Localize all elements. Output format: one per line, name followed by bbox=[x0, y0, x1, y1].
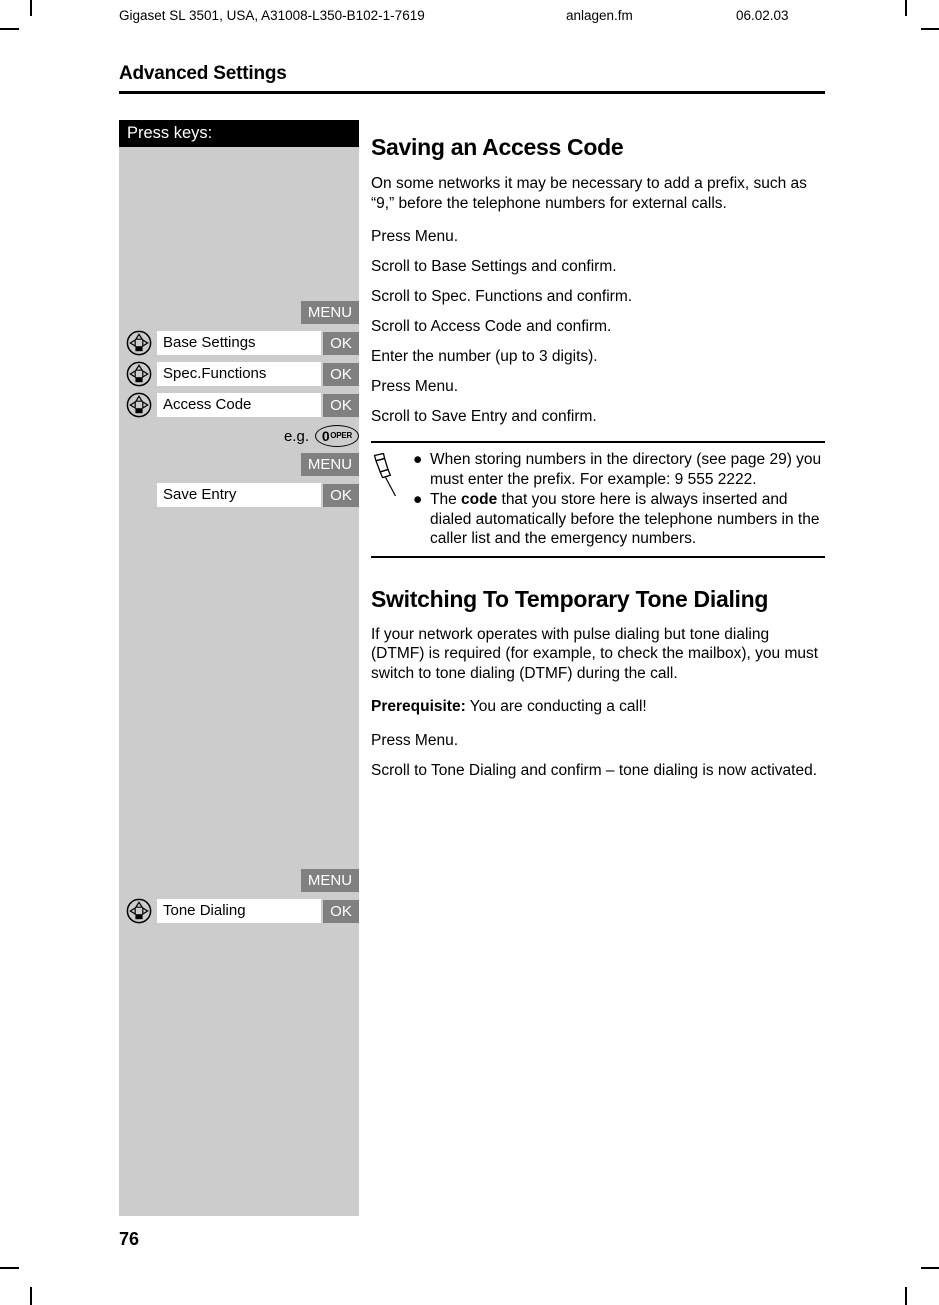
note-item-text-pre: The bbox=[430, 491, 462, 508]
step-text: Press Menu. bbox=[371, 378, 459, 395]
key-row-base-settings: Base Settings OK bbox=[119, 330, 359, 356]
note-box: ● When storing numbers in the directory … bbox=[371, 441, 825, 558]
digit-key-number: 0 bbox=[321, 428, 330, 444]
digit-key-zero[interactable]: 0 OPER bbox=[315, 425, 359, 447]
key-row-tone-dialing: Tone Dialing OK bbox=[119, 898, 359, 924]
softkey-ok-spec-functions[interactable]: OK bbox=[323, 362, 359, 386]
softkey-menu[interactable]: MENU bbox=[301, 300, 359, 324]
navigation-key-icon[interactable] bbox=[126, 330, 152, 356]
step-text: Scroll to Tone Dialing and confirm – ton… bbox=[371, 761, 818, 779]
step-text: Press Menu. bbox=[371, 731, 459, 749]
display-text-access-code: Access Code bbox=[157, 393, 321, 417]
page-number: 76 bbox=[119, 1229, 140, 1249]
crop-mark-bottom-left-vertical bbox=[30, 1287, 32, 1305]
crop-mark-top-left-horizontal bbox=[0, 28, 19, 30]
note-list: ● When storing numbers in the directory … bbox=[413, 450, 825, 550]
press-keys-panel: Press keys: MENU Base Settings OK Spec.F… bbox=[119, 120, 359, 1216]
softkey-ok-save-entry[interactable]: OK bbox=[323, 483, 359, 507]
example-label: e.g. bbox=[283, 427, 309, 445]
crop-mark-top-right-horizontal bbox=[921, 28, 939, 30]
softkey-ok-tone-dialing[interactable]: OK bbox=[323, 899, 359, 923]
bullet-icon: ● bbox=[413, 491, 423, 508]
note-item-text-bold: code bbox=[461, 491, 498, 508]
softkey-menu[interactable]: MENU bbox=[301, 868, 359, 892]
navigation-key-icon[interactable] bbox=[126, 898, 152, 924]
section-intro-tone-dialing: If your network operates with pulse dial… bbox=[371, 625, 819, 682]
navigation-key-icon[interactable] bbox=[126, 392, 152, 418]
note-item: ● When storing numbers in the directory … bbox=[413, 450, 825, 489]
key-row-spec-functions: Spec.Functions OK bbox=[119, 361, 359, 387]
note-item-text: When storing numbers in the directory (s… bbox=[430, 451, 822, 488]
section-heading-tone-dialing: Switching To Temporary Tone Dialing bbox=[371, 585, 769, 612]
chapter-title: Advanced Settings bbox=[119, 63, 287, 84]
running-head-file: anlagen.fm bbox=[566, 8, 633, 23]
prerequisite-label: Prerequisite: bbox=[371, 698, 466, 715]
main-content: Saving an Access Code On some networks i… bbox=[371, 134, 825, 780]
pushpin-icon bbox=[373, 452, 397, 497]
step-text: Enter the number (up to 3 digits). bbox=[371, 348, 598, 365]
display-text-spec-functions: Spec.Functions bbox=[157, 362, 321, 386]
footer-bar bbox=[119, 1188, 359, 1197]
running-head-document: Gigaset SL 3501, USA, A31008-L350-B102-1… bbox=[119, 8, 425, 23]
key-row-menu-1: MENU bbox=[119, 300, 359, 324]
display-text-save-entry: Save Entry bbox=[157, 483, 321, 507]
crop-mark-bottom-right-horizontal bbox=[921, 1267, 939, 1269]
key-row-menu-2: MENU bbox=[119, 452, 359, 476]
crop-mark-bottom-left-horizontal bbox=[0, 1267, 19, 1269]
press-keys-body: MENU Base Settings OK Spec.Functions OK … bbox=[119, 147, 359, 1216]
prerequisite-text: You are conducting a call! bbox=[465, 698, 647, 715]
key-row-digit-example: e.g. 0 OPER bbox=[119, 424, 359, 448]
pin-cell bbox=[371, 450, 413, 550]
chapter-rule bbox=[119, 91, 825, 94]
running-head: Gigaset SL 3501, USA, A31008-L350-B102-1… bbox=[119, 7, 825, 25]
section-heading-saving-access-code: Saving an Access Code bbox=[371, 134, 624, 160]
step-text: Scroll to Save Entry and confirm. bbox=[371, 408, 597, 425]
key-row-save-entry: Save Entry OK bbox=[119, 483, 359, 507]
bullet-icon: ● bbox=[413, 451, 423, 468]
prerequisite-line: Prerequisite: You are conducting a call! bbox=[371, 697, 825, 717]
note-item-text: The code that you store here is always i… bbox=[430, 490, 825, 549]
section-intro-saving-access-code: On some networks it may be necessary to … bbox=[371, 175, 807, 212]
step-text: Scroll to Access Code and confirm. bbox=[371, 318, 612, 335]
crop-mark-top-left-vertical bbox=[30, 0, 32, 16]
step-text: Scroll to Base Settings and confirm. bbox=[371, 258, 617, 275]
navigation-key-icon[interactable] bbox=[126, 361, 152, 387]
step-text: Press Menu. bbox=[371, 228, 459, 245]
softkey-ok-base-settings[interactable]: OK bbox=[323, 331, 359, 355]
crop-mark-bottom-right-vertical bbox=[905, 1287, 907, 1305]
note-item: ● The code that you store here is always… bbox=[413, 490, 825, 549]
display-text-base-settings: Base Settings bbox=[157, 331, 321, 355]
running-head-date: 06.02.03 bbox=[736, 8, 789, 23]
step-text: Scroll to Spec. Functions and confirm. bbox=[371, 288, 633, 305]
softkey-ok-access-code[interactable]: OK bbox=[323, 393, 359, 417]
key-row-menu-3: MENU bbox=[119, 868, 359, 892]
press-keys-header: Press keys: bbox=[119, 120, 359, 147]
display-text-tone-dialing: Tone Dialing bbox=[157, 899, 321, 923]
digit-key-sublabel: OPER bbox=[330, 431, 353, 440]
key-row-access-code: Access Code OK bbox=[119, 392, 359, 418]
crop-mark-top-right-vertical bbox=[905, 0, 907, 16]
softkey-menu[interactable]: MENU bbox=[301, 452, 359, 476]
